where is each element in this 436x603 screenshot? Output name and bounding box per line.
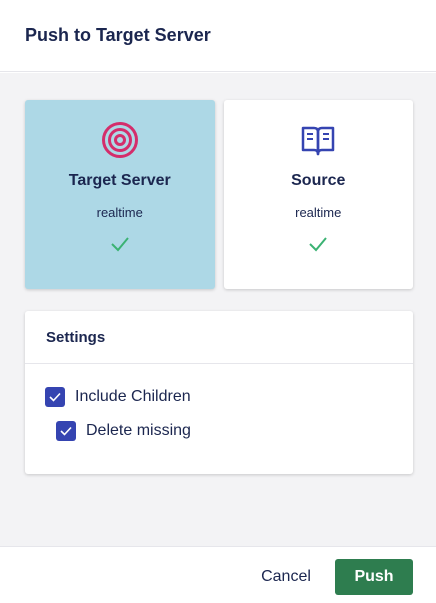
target-icon	[101, 121, 139, 159]
target-server-card[interactable]: Target Server realtime	[25, 100, 215, 289]
cancel-button[interactable]: Cancel	[250, 559, 322, 595]
card-subtitle: realtime	[96, 205, 143, 220]
settings-title: Settings	[25, 311, 413, 364]
source-card[interactable]: Source realtime	[223, 100, 413, 289]
checkmark-icon	[309, 237, 328, 252]
server-cards: Target Server realtime Source realtime	[25, 100, 413, 289]
dialog-body: Target Server realtime Source realtime S…	[0, 73, 436, 546]
include-children-label: Include Children	[75, 388, 191, 405]
delete-missing-option[interactable]: Delete missing	[56, 421, 191, 441]
delete-missing-label: Delete missing	[86, 422, 191, 439]
include-children-option[interactable]: Include Children	[45, 387, 191, 407]
card-subtitle: realtime	[295, 205, 342, 220]
card-title: Source	[291, 172, 346, 189]
settings-panel: Settings Include Children Delete missing	[25, 311, 413, 474]
push-button[interactable]: Push	[335, 559, 413, 595]
include-children-checkbox[interactable]	[45, 387, 65, 407]
check-icon	[60, 426, 72, 436]
dialog-header: Push to Target Server	[0, 0, 436, 72]
check-icon	[49, 392, 61, 402]
card-title: Target Server	[68, 172, 171, 189]
book-icon	[299, 121, 337, 159]
checkmark-icon	[111, 237, 129, 252]
dialog-footer: Cancel Push	[0, 546, 436, 603]
dialog-title: Push to Target Server	[25, 25, 211, 45]
delete-missing-checkbox[interactable]	[56, 421, 76, 441]
